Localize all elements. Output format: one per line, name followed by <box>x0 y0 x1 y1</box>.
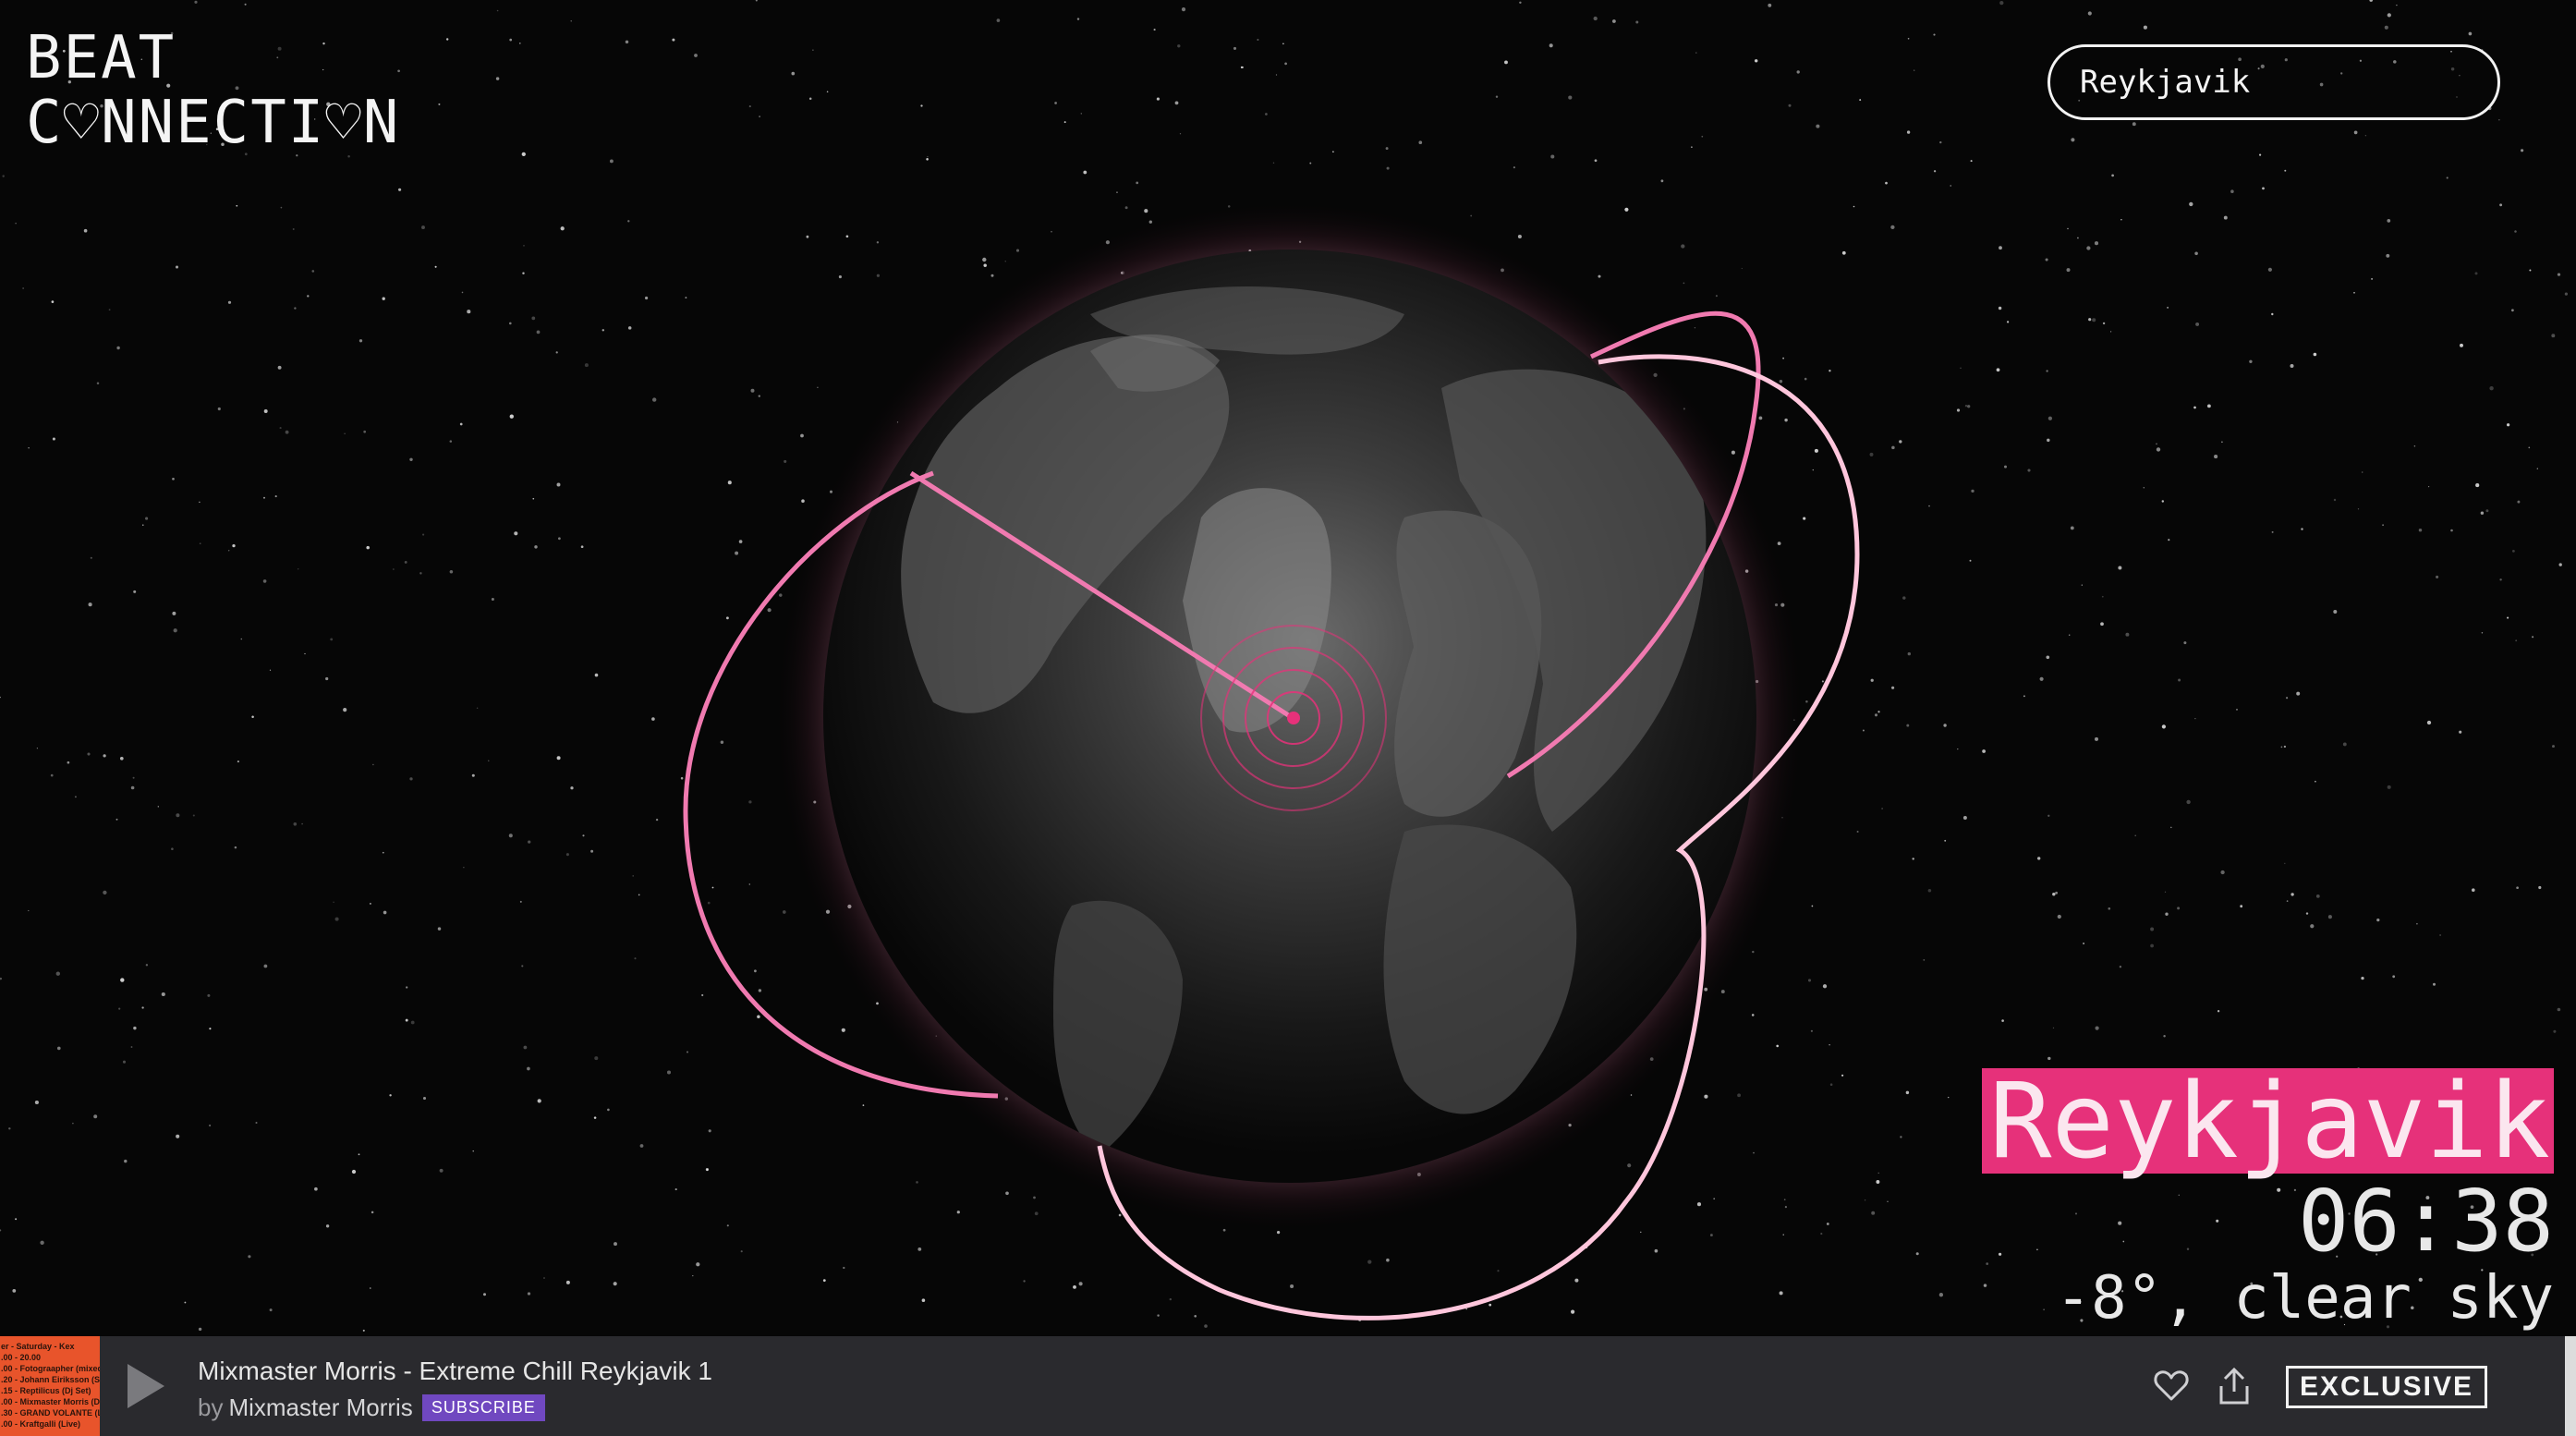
city-info-panel: Reykjavik 06:38 -8°, clear sky <box>1982 1068 2554 1331</box>
artwork-text-line: .00 - Fotograapher (mixed) <box>1 1364 100 1373</box>
artwork-flyer: er - Saturday - Kex .00 - 20.00 .00 - Foto… <box>0 1336 100 1436</box>
track-artwork[interactable]: er - Saturday - Kex .00 - 20.00 .00 - Foto… <box>0 1336 100 1436</box>
artwork-text-line: .30 - GRAND VOLANTE (Liv <box>1 1408 100 1418</box>
subscribe-button[interactable]: SUBSCRIBE <box>421 1394 545 1421</box>
artwork-text-line: .20 - Johann Eiriksson (S) s <box>1 1375 100 1384</box>
artwork-text-line: .00 - 20.00 <box>1 1353 41 1362</box>
track-title[interactable]: Mixmaster Morris - Extreme Chill Reykjav… <box>198 1357 712 1386</box>
track-byline: by Mixmaster Morris SUBSCRIBE <box>198 1393 545 1422</box>
city-name: Reykjavik <box>1982 1068 2554 1174</box>
share-icon[interactable] <box>2216 1366 2253 1406</box>
audio-player-bar: er - Saturday - Kex .00 - 20.00 .00 - Foto… <box>0 1336 2576 1436</box>
heart-icon[interactable] <box>2153 1368 2190 1405</box>
by-label: by <box>198 1393 224 1421</box>
play-icon[interactable] <box>118 1360 170 1412</box>
local-time: 06:38 <box>2298 1172 2554 1271</box>
artwork-text-line: .15 - Reptilicus (Dj Set) <box>1 1386 91 1395</box>
artwork-text-line: er - Saturday - Kex <box>1 1342 75 1351</box>
artist-name[interactable]: Mixmaster Morris <box>228 1393 412 1421</box>
scrollbar-edge[interactable] <box>2565 1336 2576 1436</box>
artwork-text-line: .00 - Mixmaster Morris (DJ <box>1 1397 100 1406</box>
exclusive-badge[interactable]: EXCLUSIVE <box>2286 1366 2488 1408</box>
weather-summary: -8°, clear sky <box>2055 1264 2554 1333</box>
artwork-text-line: .00 - Kraftgalli (Live) <box>1 1419 80 1429</box>
